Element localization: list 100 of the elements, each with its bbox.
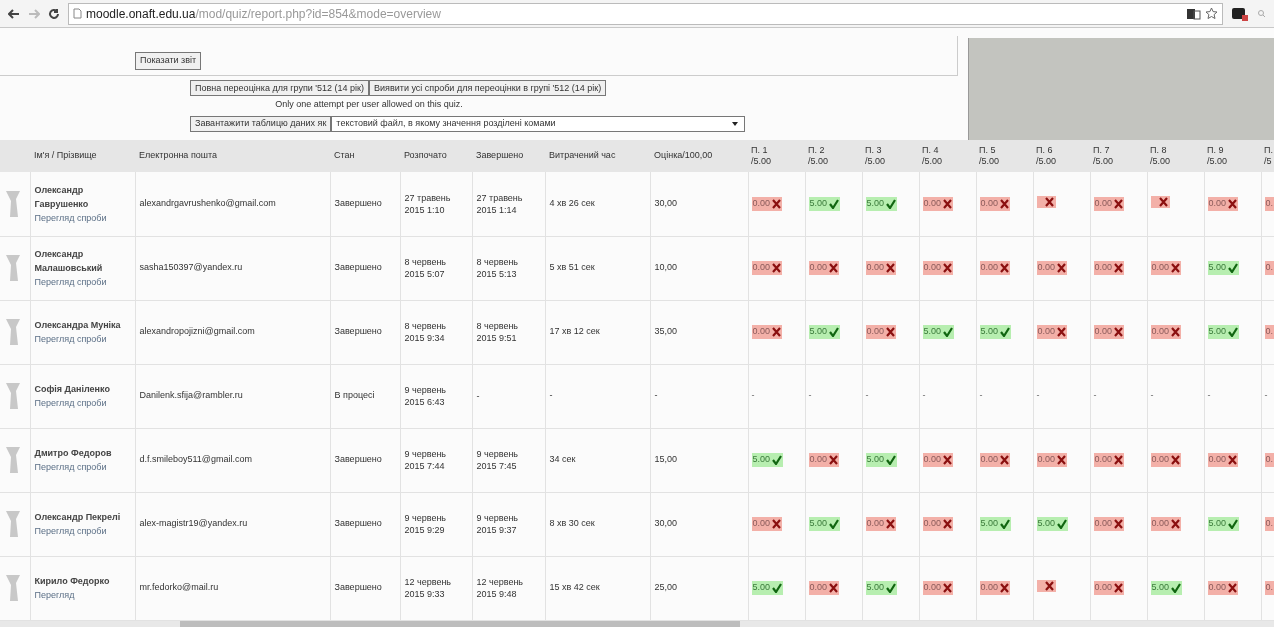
question-header[interactable]: П. 9 [1207,145,1258,156]
student-name-link[interactable]: Дмитро Федоров [34,446,131,460]
column-header[interactable]: Завершено [476,150,524,161]
correct-mark: 5.00 [979,517,1012,531]
incorrect-mark: 0.00 [1093,261,1125,275]
cross-icon [772,263,782,273]
date-cell: 9 червень 2015 9:29 [404,513,447,535]
regrade-button[interactable]: Повна переоцінка для групи '512 (14 рік) [190,80,370,96]
question-cell: - [1093,390,1097,401]
incorrect-mark: 0.00 [979,581,1011,595]
incorrect-mark: 0.00 [1207,197,1239,211]
show-report-button[interactable]: Показати звіт [135,51,202,70]
avatar-icon [4,573,22,603]
student-name-link[interactable]: Олександр Гаврушенко [34,182,131,211]
incorrect-mark: 0.00 [808,453,840,467]
question-header[interactable]: П. 4 [922,145,973,156]
translate-icon[interactable] [1187,7,1201,20]
email-cell: sasha150397@yandex.ru [139,262,243,273]
cross-icon [1000,455,1010,465]
correct-mark: 5.00 [1207,517,1240,531]
reload-icon[interactable] [48,7,60,20]
cross-icon [1114,455,1124,465]
state-cell: В процесі [334,390,375,401]
cross-icon [1057,455,1067,465]
student-name-link[interactable]: Олександра Муніка [34,318,131,332]
incorrect-mark: 0.00 [922,453,954,467]
star-icon[interactable] [1205,7,1218,20]
question-cell: - [979,390,983,401]
cross-icon [943,455,953,465]
time-cell: 4 хв 26 сек [549,198,595,208]
incorrect-mark: 0.00 [979,197,1011,211]
incorrect-mark: 0.00 [922,517,954,531]
regrade-button[interactable]: Виявити усі спроби для переоцінки в групі '512 (14 рік) [369,80,607,96]
email-cell: alexandropojizni@gmail.com [139,326,255,337]
column-header[interactable]: Розпочато [404,150,447,161]
cross-icon [1228,455,1238,465]
grade-cell: 25,00 [654,582,678,593]
time-cell: 17 хв 12 сек [549,326,600,337]
question-header[interactable]: П. 1 [751,145,802,156]
question-header[interactable]: П. [1264,145,1274,156]
question-header[interactable]: П. 8 [1150,145,1201,156]
question-header[interactable]: П. 7 [1093,145,1144,156]
review-attempt-link[interactable]: Перегляд [34,588,131,602]
question-cell: - [1150,390,1154,401]
check-icon [1000,327,1011,337]
cross-icon [829,583,839,593]
column-header[interactable]: Електронна пошта [139,150,217,161]
student-name-link[interactable]: Олександр Пекрелі [34,510,131,524]
cross-icon [1114,198,1124,209]
date-cell: 8 червень 2015 5:07 [404,257,447,279]
date-cell: 8 червень 2015 9:51 [476,321,519,343]
cross-icon [1044,197,1054,207]
column-header[interactable]: Витрачений час [549,150,616,161]
cross-icon [1171,263,1181,273]
cross-icon [943,198,953,209]
correct-mark: 5.00 [808,325,841,339]
extension-icon[interactable] [1231,5,1249,22]
incorrect-mark: 0.00 [751,261,783,275]
cross-icon [1114,327,1124,337]
review-attempt-link[interactable]: Перегляд спроби [34,332,131,346]
incorrect-mark: 0. [1264,325,1274,339]
incorrect-mark: 0.00 [1207,581,1239,595]
address-bar[interactable]: moodle.onaft.edu.ua/mod/quiz/report.php?id=854&mode=overview [68,2,1223,25]
incorrect-mark: 0.00 [1093,197,1125,211]
student-name-link[interactable]: Олександр Малашовський [34,247,131,275]
incorrect-mark: 0.00 [1093,453,1125,467]
question-header[interactable]: П. 6 [1036,145,1087,156]
date-cell: 27 травень 2015 1:14 [476,192,523,215]
incorrect-mark: 0.00 [922,261,954,275]
column-header[interactable]: Ім'я / Прізвище [34,150,97,161]
format-select[interactable]: текстовий файл, в якому значення розділені комами [331,116,746,132]
download-button[interactable]: Завантажити таблицю даних як [190,116,332,132]
student-name-link[interactable]: Софія Даніленко [34,382,131,396]
grade-cell: 35,00 [654,326,678,337]
cross-icon [772,327,782,337]
scrollbar[interactable] [0,620,1274,627]
review-attempt-link[interactable]: Перегляд спроби [34,275,131,289]
incorrect-mark: 0.00 [1207,453,1239,467]
incorrect-mark: 0.00 [1150,453,1182,467]
question-header[interactable]: П. 2 [808,145,859,156]
incorrect-mark: 0.00 [865,517,897,531]
check-icon [1057,519,1068,529]
question-header[interactable]: П. 5 [979,145,1030,156]
avatar-icon [4,317,22,347]
student-name-link[interactable]: Кирило Федорко [34,574,131,588]
column-header[interactable]: Стан [334,150,355,161]
column-header[interactable]: Оцінка/100,00 [654,150,713,161]
incorrect-mark: 0.00 [1150,517,1182,531]
check-icon [829,198,840,209]
review-attempt-link[interactable]: Перегляд спроби [34,460,131,474]
review-attempt-link[interactable]: Перегляд спроби [34,524,131,538]
review-attempt-link[interactable]: Перегляд спроби [34,396,131,410]
back-icon[interactable] [8,8,20,19]
check-icon [1228,327,1239,337]
cross-icon [1171,519,1181,529]
incorrect-mark: 0. [1264,581,1274,595]
review-attempt-link[interactable]: Перегляд спроби [34,210,131,225]
cross-icon [1000,263,1010,273]
date-cell: 9 червень 2015 7:45 [476,449,519,471]
question-header[interactable]: П. 3 [865,145,916,156]
